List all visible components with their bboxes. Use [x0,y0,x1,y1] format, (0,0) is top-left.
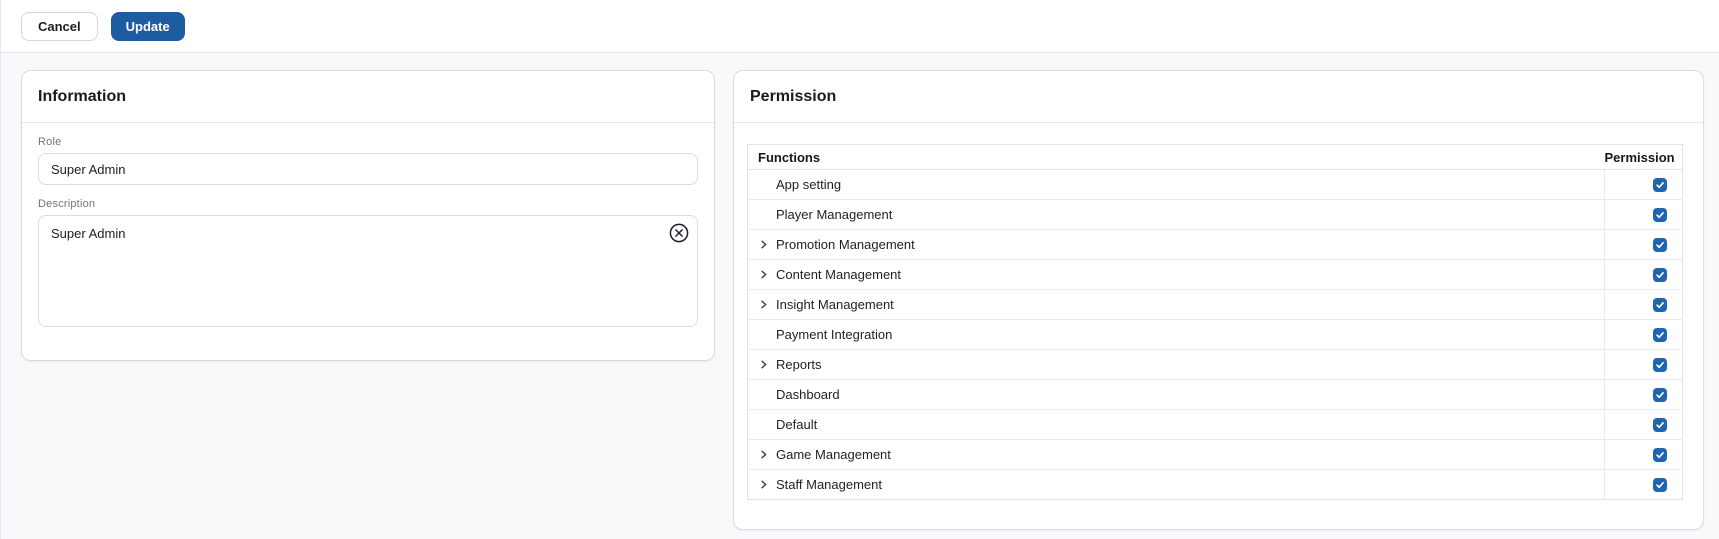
permissions-table-body: App setting Player Management Promotion … [747,169,1683,500]
information-panel-header: Information [22,71,714,123]
check-icon [1655,360,1665,370]
row-label: App setting [776,177,842,192]
information-panel: Information Role Description Super Admin [21,70,715,361]
chevron-right-icon[interactable] [758,359,769,370]
permission-checkbox[interactable] [1653,208,1667,223]
chevron-right-icon[interactable] [758,299,769,310]
page: Cancel Update Information Role Descripti… [0,0,1719,539]
description-field: Super Admin [38,215,698,327]
check-icon [1655,390,1665,400]
description-field-label: Description [38,198,96,210]
permission-panel-body: Functions Permission App setting Player … [734,123,1703,500]
permission-checkbox[interactable] [1653,448,1667,463]
permission-checkbox[interactable] [1653,268,1667,283]
permission-checkbox[interactable] [1653,388,1667,403]
check-icon [1655,300,1665,310]
functions-column-header: Functions [747,144,1605,170]
permission-checkbox[interactable] [1653,178,1667,193]
permission-checkbox[interactable] [1653,298,1667,313]
row-label: Default [776,417,818,432]
row-label: Game Management [776,447,891,462]
role-field-label: Role [38,136,62,148]
permission-panel-title: Permission [750,87,837,105]
content-area: Information Role Description Super Admin [1,53,1719,539]
row-label: Payment Integration [776,327,893,342]
row-label: Promotion Management [776,237,915,252]
permission-checkbox[interactable] [1653,358,1667,373]
table-row: Staff Management [747,469,1683,500]
clear-description-button[interactable] [667,221,691,245]
table-row: Payment Integration [747,319,1683,350]
check-icon [1655,270,1665,280]
check-icon [1655,210,1665,220]
table-row: Dashboard [747,379,1683,410]
cancel-button[interactable]: Cancel [21,11,98,41]
circle-x-icon [668,222,690,244]
row-label: Dashboard [776,387,840,402]
update-button[interactable]: Update [110,11,185,41]
chevron-right-icon[interactable] [758,269,769,280]
permission-panel-header: Permission [734,71,1703,123]
information-panel-body: Role Description Super Admin [22,123,714,327]
check-icon [1655,180,1665,190]
permission-checkbox[interactable] [1653,418,1667,433]
row-label: Content Management [776,267,902,282]
row-label: Player Management [776,207,893,222]
chevron-right-icon[interactable] [758,449,769,460]
permission-column-header: Permission [1604,144,1683,170]
table-row: Player Management [747,199,1683,230]
toolbar: Cancel Update [1,0,1719,53]
table-row: Content Management [747,259,1683,290]
check-icon [1655,240,1665,250]
chevron-right-icon[interactable] [758,239,769,250]
check-icon [1655,480,1665,490]
information-panel-title: Information [38,87,126,105]
check-icon [1655,330,1665,340]
check-icon [1655,420,1665,430]
permission-checkbox[interactable] [1653,238,1667,253]
table-row: Reports [747,349,1683,380]
chevron-right-icon[interactable] [758,479,769,490]
description-textarea[interactable]: Super Admin [38,215,698,327]
permissions-table: Functions Permission App setting Player … [747,144,1683,500]
table-row: Insight Management [747,289,1683,320]
role-input[interactable] [38,153,698,185]
row-label: Reports [776,357,822,372]
check-icon [1655,450,1665,460]
table-row: Default [747,409,1683,440]
row-label: Staff Management [776,477,882,492]
row-label: Insight Management [776,297,894,312]
permission-checkbox[interactable] [1653,478,1667,493]
permission-panel: Permission Functions Permission App sett… [733,70,1704,530]
table-row: Game Management [747,439,1683,470]
table-row: App setting [748,169,1683,200]
table-row: Promotion Management [747,229,1683,260]
permission-checkbox[interactable] [1653,328,1667,343]
